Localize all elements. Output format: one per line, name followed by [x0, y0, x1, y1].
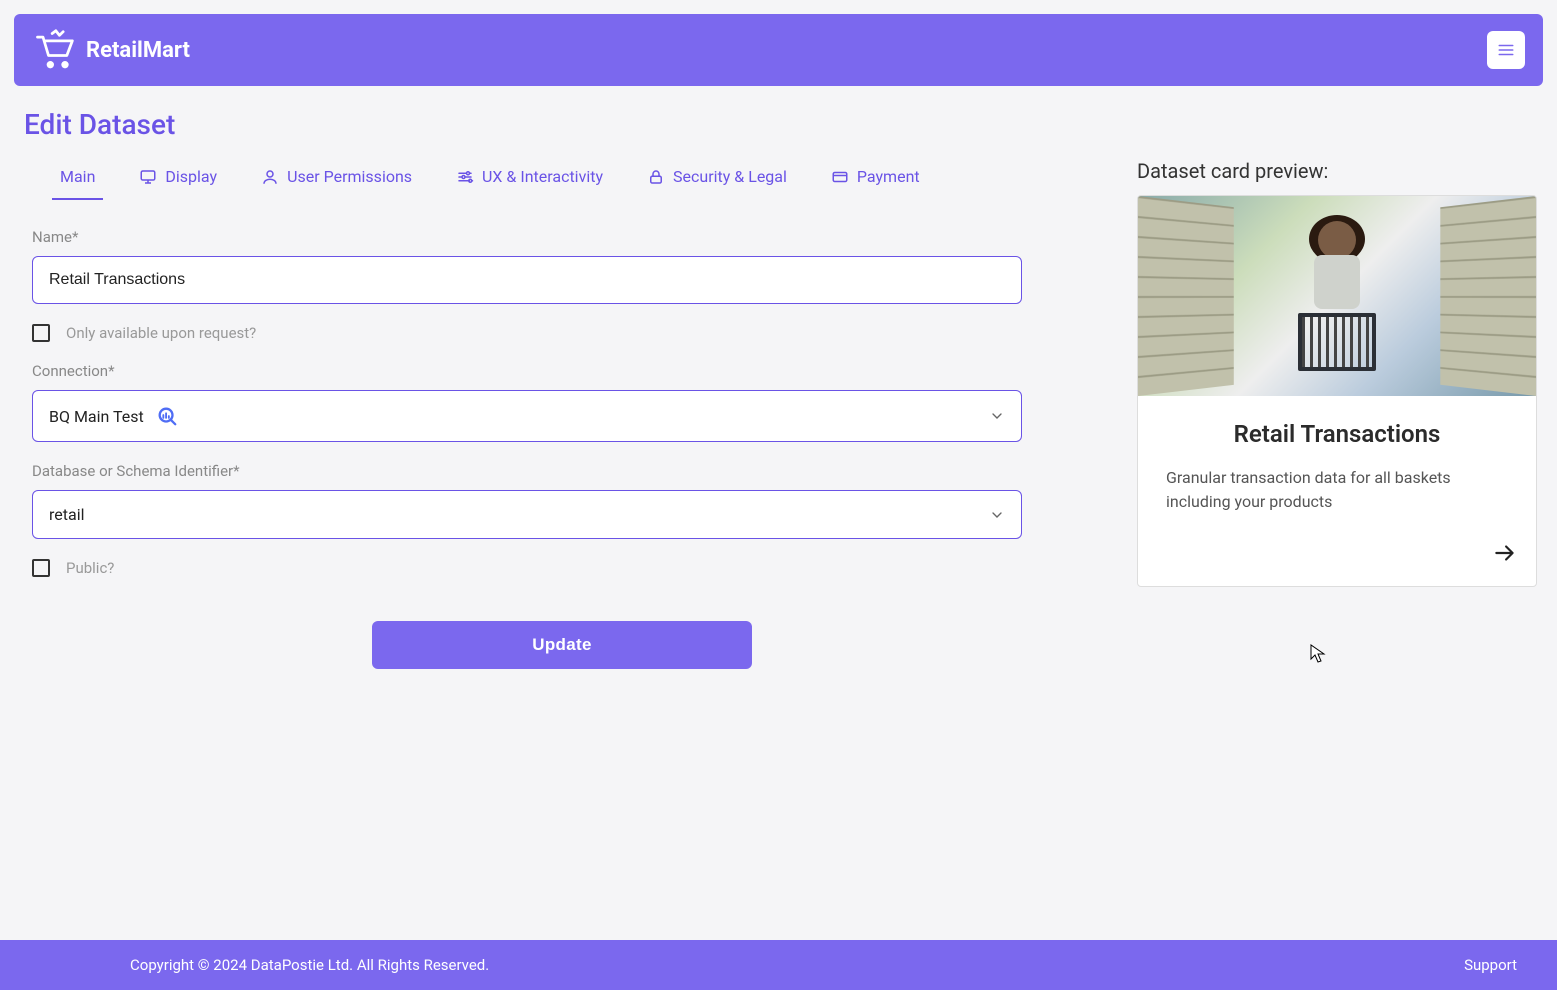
tab-security-legal[interactable]: Security & Legal — [639, 159, 795, 200]
request-only-label: Only available upon request? — [66, 324, 256, 342]
brand: RetailMart — [32, 28, 190, 72]
tabs: Main Display User Permissions UX & Inter… — [32, 159, 1092, 200]
footer: Copyright © 2024 DataPostie Ltd. All Rig… — [0, 940, 1557, 990]
connection-label: Connection* — [32, 362, 1092, 380]
chevron-down-icon — [989, 507, 1005, 523]
arrow-right-icon — [1492, 540, 1518, 566]
connection-select[interactable]: BQ Main Test — [32, 390, 1022, 442]
brand-name: RetailMart — [86, 38, 190, 63]
name-input[interactable] — [32, 256, 1022, 304]
tab-label: Security & Legal — [673, 167, 787, 186]
cart-logo-icon — [32, 28, 76, 72]
tab-label: User Permissions — [287, 167, 412, 186]
schema-value: retail — [49, 505, 84, 524]
user-icon — [261, 168, 279, 186]
chevron-down-icon — [989, 408, 1005, 424]
preview-image — [1138, 196, 1536, 396]
preview-card-title: Retail Transactions — [1166, 420, 1508, 448]
footer-copyright: Copyright © 2024 DataPostie Ltd. All Rig… — [130, 956, 489, 974]
name-label: Name* — [32, 228, 1092, 246]
tab-main[interactable]: Main — [52, 159, 103, 200]
public-checkbox[interactable] — [32, 559, 50, 577]
tab-label: UX & Interactivity — [482, 167, 603, 186]
preview-heading: Dataset card preview: — [1137, 159, 1537, 183]
tab-label: Display — [165, 167, 217, 186]
footer-support-link[interactable]: Support — [1464, 956, 1517, 974]
tab-label: Payment — [857, 167, 920, 186]
tab-user-permissions[interactable]: User Permissions — [253, 159, 420, 200]
monitor-icon — [139, 168, 157, 186]
bigquery-icon — [156, 405, 178, 427]
schema-select[interactable]: retail — [32, 490, 1022, 539]
tab-label: Main — [60, 167, 95, 186]
tab-payment[interactable]: Payment — [823, 159, 928, 200]
schema-label: Database or Schema Identifier* — [32, 462, 1092, 480]
update-button[interactable]: Update — [372, 621, 752, 669]
request-only-checkbox[interactable] — [32, 324, 50, 342]
connection-value: BQ Main Test — [49, 407, 144, 426]
public-label: Public? — [66, 559, 114, 577]
credit-card-icon — [831, 168, 849, 186]
page-title: Edit Dataset — [0, 86, 1557, 159]
sliders-icon — [456, 168, 474, 186]
lock-icon — [647, 168, 665, 186]
hamburger-icon — [1497, 41, 1515, 59]
tab-display[interactable]: Display — [131, 159, 225, 200]
tab-ux-interactivity[interactable]: UX & Interactivity — [448, 159, 611, 200]
menu-button[interactable] — [1487, 31, 1525, 69]
preview-card-description: Granular transaction data for all basket… — [1166, 466, 1508, 514]
preview-card[interactable]: Retail Transactions Granular transaction… — [1137, 195, 1537, 587]
app-header: RetailMart — [14, 14, 1543, 86]
